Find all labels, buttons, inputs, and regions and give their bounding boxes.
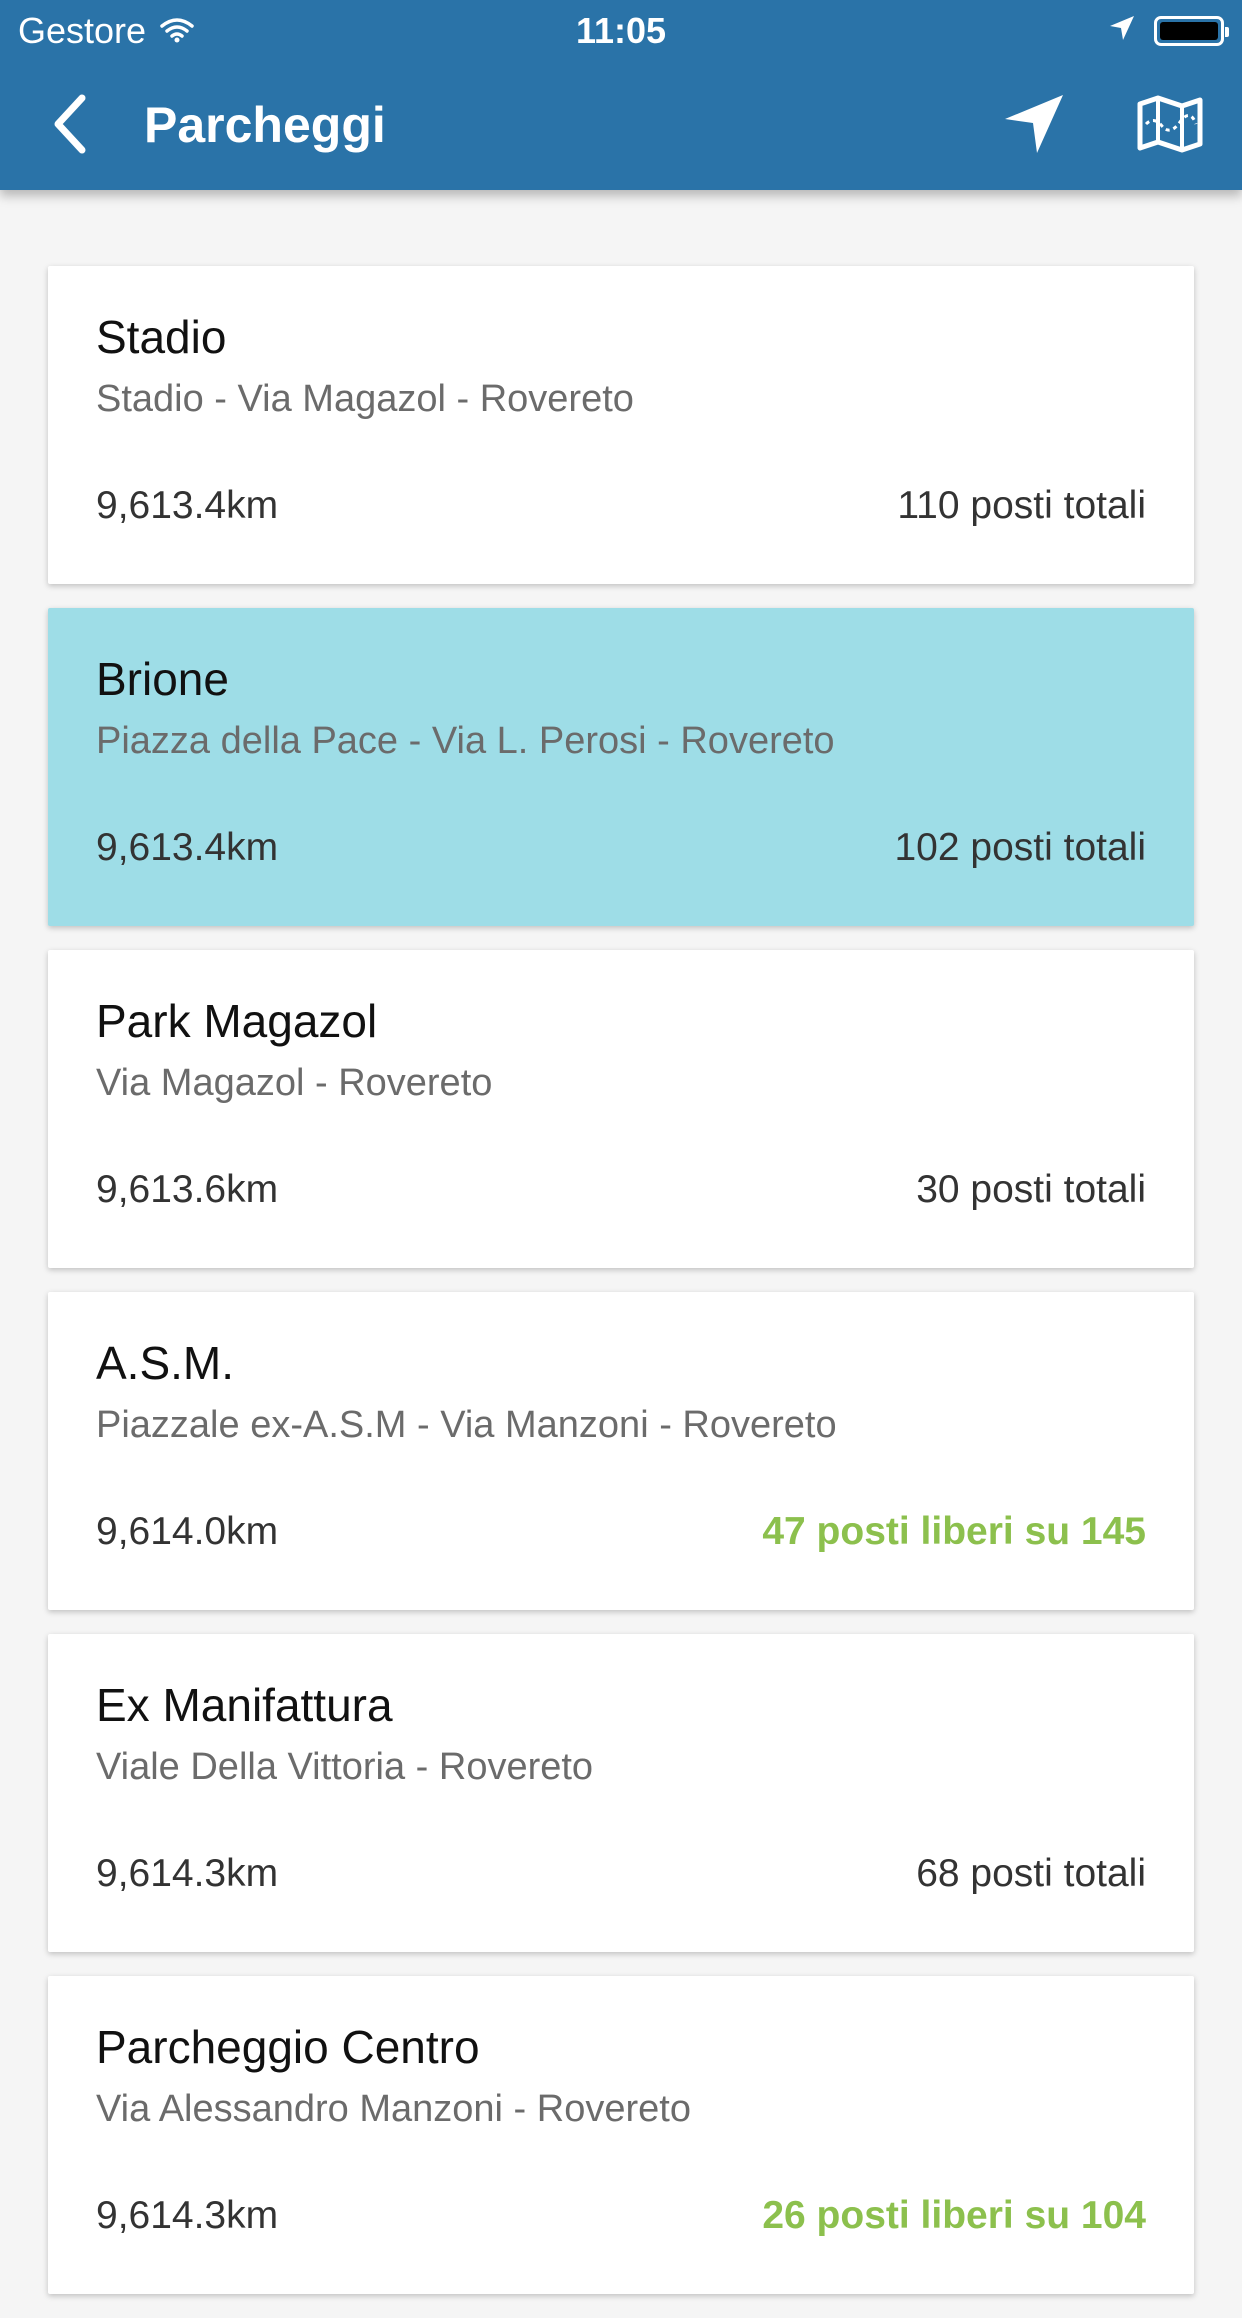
back-arrow-icon [50,94,90,159]
parking-name: Brione [96,653,229,705]
status-right-group [1108,14,1229,47]
parking-address: Piazza della Pace - Via L. Perosi - Rove… [96,720,835,762]
parking-card[interactable]: A.S.M. Piazzale ex-A.S.M - Via Manzoni - … [48,1292,1194,1610]
page-title: Parcheggi [144,97,386,153]
parking-card[interactable]: Stadio Stadio - Via Magazol - Rovereto 9,6… [48,266,1194,584]
parking-name: A.S.M. [96,1337,235,1389]
parking-address: Piazzale ex-A.S.M - Via Manzoni - Rovere… [96,1404,837,1446]
parking-distance: 9,614.3km [96,2194,279,2237]
parking-address: Via Magazol - Rovereto [96,1062,493,1104]
parking-spots: 26 posti liberi su 104 [762,2194,1146,2237]
parking-name: Parcheggio Centro [96,2021,480,2073]
parking-distance: 9,614.3km [96,1852,279,1895]
map-icon [1136,94,1204,159]
parking-card[interactable]: Park Magazol Via Magazol - Rovereto 9,613.… [48,950,1194,1268]
app-header: Gestore 11:05 Parcheggi [0,0,1242,190]
map-view-button[interactable] [1130,86,1210,166]
parking-card[interactable]: Brione Piazza della Pace - Via L. Perosi … [48,608,1194,926]
parking-spots: 110 posti totali [897,484,1146,527]
navigation-bar: Parcheggi [0,62,1242,190]
parking-name: Stadio [96,311,227,363]
parking-address: Stadio - Via Magazol - Rovereto [96,378,634,420]
parking-distance: 9,613.4km [96,826,279,869]
parking-card[interactable]: Parcheggio Centro Via Alessandro Manzoni … [48,1976,1194,2294]
back-button[interactable] [40,90,100,162]
parking-name: Park Magazol [96,995,378,1047]
status-bar: Gestore 11:05 [0,0,1242,62]
location-services-icon [1108,14,1136,47]
parking-spots: 30 posti totali [916,1168,1146,1211]
parking-spots: 47 posti liberi su 145 [762,1510,1146,1553]
parking-distance: 9,613.4km [96,484,279,527]
parking-card[interactable]: Ex Manifattura Viale Della Vittoria - Rov… [48,1634,1194,1952]
location-arrow-icon [1001,91,1067,162]
parking-distance: 9,613.6km [96,1168,279,1211]
parking-list: Stadio Stadio - Via Magazol - Rovereto 9,6… [48,266,1194,2318]
parking-distance: 9,614.0km [96,1510,279,1553]
locate-me-button[interactable] [994,86,1074,166]
parking-address: Viale Della Vittoria - Rovereto [96,1746,594,1788]
battery-icon [1154,15,1229,46]
parking-address: Via Alessandro Manzoni - Rovereto [96,2088,691,2130]
parking-spots: 68 posti totali [916,1852,1146,1895]
status-time: 11:05 [575,10,667,51]
parking-name: Ex Manifattura [96,1679,393,1731]
parking-spots: 102 posti totali [894,826,1146,869]
